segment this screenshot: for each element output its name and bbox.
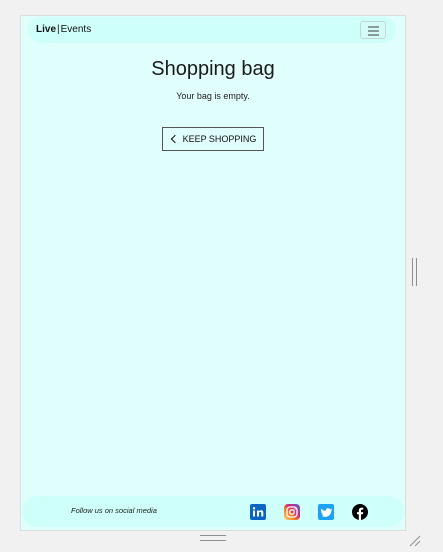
hamburger-icon-line: [368, 30, 379, 32]
horizontal-resize-handle[interactable]: [200, 535, 226, 541]
keep-shopping-button[interactable]: KEEP SHOPPING: [162, 127, 264, 151]
brand-rest: Events: [60, 24, 92, 35]
keep-shopping-label: KEEP SHOPPING: [182, 134, 257, 144]
brand-bold: Live: [36, 24, 57, 35]
empty-bag-message: Your bag is empty.: [176, 91, 250, 101]
brand-separator: |: [57, 24, 60, 35]
linkedin-icon[interactable]: [250, 504, 266, 520]
resize-grip-icon[interactable]: [407, 533, 421, 547]
hamburger-icon-line: [368, 34, 379, 36]
vertical-resize-handle[interactable]: [412, 258, 417, 286]
hamburger-icon: [368, 26, 379, 28]
chevron-left-icon: [170, 134, 179, 144]
footer: Follow us on social media: [22, 496, 404, 527]
page-title: Shopping bag: [151, 58, 275, 80]
brand-logo[interactable]: Live|Events: [36, 24, 91, 35]
navbar: Live|Events: [28, 17, 396, 43]
twitter-icon[interactable]: [318, 504, 334, 520]
facebook-icon[interactable]: [352, 504, 368, 520]
hamburger-menu-button[interactable]: [360, 21, 386, 39]
instagram-icon[interactable]: [284, 504, 300, 520]
follow-text: Follow us on social media: [71, 506, 157, 515]
